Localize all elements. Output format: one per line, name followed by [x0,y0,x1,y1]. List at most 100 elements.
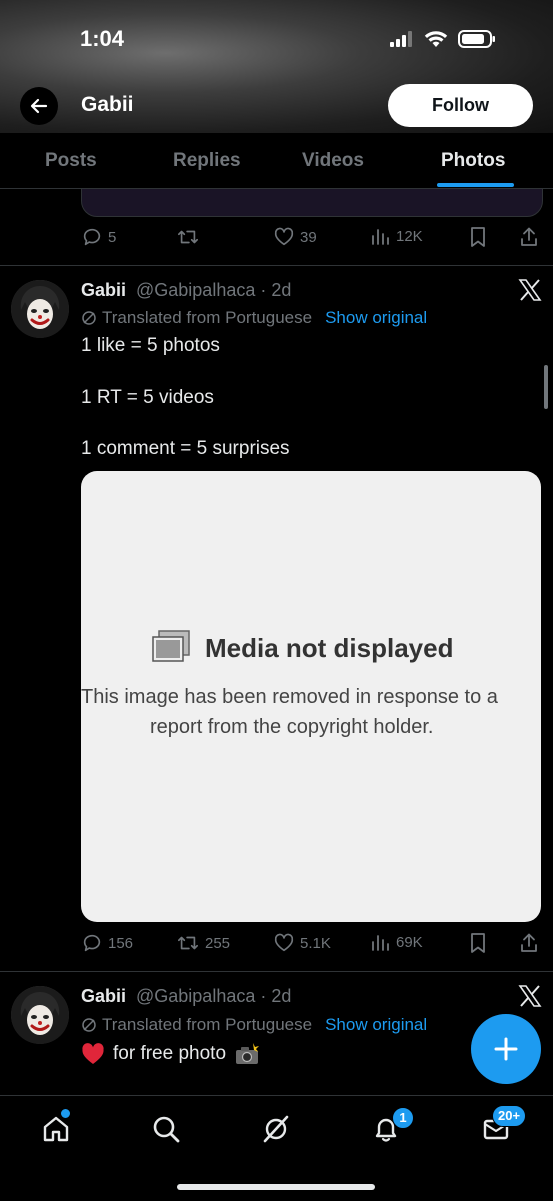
separator-dot: · [255,986,272,1006]
translate-icon [82,311,96,325]
clown-avatar-image [11,280,69,338]
signal-icon [390,31,412,47]
share-button[interactable] [519,226,539,248]
views-button[interactable]: 12K [371,226,423,246]
scrollbar[interactable] [544,365,548,409]
camera-flash-emoji-icon [236,1043,260,1064]
tab-photos[interactable]: Photos [441,150,505,172]
compose-button[interactable] [471,1014,541,1084]
post-divider [0,971,553,972]
nav-home[interactable] [38,1108,74,1147]
reply-count: 5 [108,228,117,246]
reply-icon [83,934,101,952]
nav-grok[interactable] [258,1111,294,1147]
translation-note: Translated from Portuguese Show original [81,308,427,328]
share-icon [521,933,537,952]
x-logo-icon [518,985,542,1007]
nav-messages[interactable]: 20+ [478,1105,527,1147]
reply-count: 156 [108,934,134,952]
views-icon [372,229,389,245]
media-removed-message: report from the copyright holder. [150,716,434,738]
handle-text: @Gabipalhaca [136,986,256,1006]
show-original-link[interactable]: Show original [325,308,427,328]
share-button[interactable] [519,932,539,954]
view-count: 12K [396,227,423,245]
follow-button[interactable]: Follow [388,84,533,127]
red-heart-emoji-icon [82,1043,104,1064]
image-placeholder-icon [152,630,190,662]
home-indicator [177,1184,375,1190]
nav-notifications[interactable]: 1 [368,1107,414,1147]
reply-icon [83,228,101,246]
like-button[interactable]: 5.1K [273,932,331,954]
like-count: 39 [300,228,317,246]
post-author-handle[interactable]: @Gabipalhaca · 2d [136,280,291,301]
handle-text: @Gabipalhaca [136,280,256,300]
views-button[interactable]: 69K [371,932,423,952]
arrow-left-icon [30,98,48,114]
show-original-link[interactable]: Show original [325,1015,427,1035]
post-text-line: 1 comment = 5 surprises [81,438,290,459]
repost-icon [178,230,198,244]
post-text-line: 1 RT = 5 videos [81,387,214,408]
grok-icon [263,1115,289,1143]
media-not-displayed-card[interactable]: Media not displayed This image has been … [81,471,541,922]
heart-icon [274,933,294,952]
x-logo-icon [518,279,542,301]
translation-note: Translated from Portuguese Show original [81,1015,427,1035]
repost-button[interactable]: 255 [176,932,230,954]
post-divider [0,265,553,266]
post-author-handle[interactable]: @Gabipalhaca · 2d [136,986,291,1007]
nav-search[interactable] [148,1111,184,1147]
reply-button[interactable]: 156 [81,932,133,954]
wifi-icon [424,31,448,47]
bookmark-icon [471,227,485,247]
profile-name: Gabii [81,93,134,116]
like-button[interactable]: 39 [273,226,317,248]
media-removed-message: This image has been removed in response … [81,686,498,708]
repost-icon [178,936,198,950]
avatar[interactable] [11,986,69,1044]
profile-header: 1:04 Gabii Follow [0,0,553,133]
post-author-name[interactable]: Gabii [81,280,126,301]
post-actions: 156 255 5.1K 69K [81,932,541,956]
active-tab-indicator [437,183,514,187]
tab-videos[interactable]: Videos [302,150,364,172]
translated-label: Translated from Portuguese [102,308,313,327]
post-text-line: 1 like = 5 photos [81,335,220,356]
heart-icon [274,227,294,246]
tab-posts[interactable]: Posts [45,150,97,172]
bookmark-button[interactable] [468,932,488,954]
status-icons [390,28,496,50]
bookmark-button[interactable] [468,226,488,248]
repost-button[interactable] [176,226,200,248]
notifications-badge: 1 [392,1107,414,1129]
avatar[interactable] [11,280,69,338]
like-count: 5.1K [300,934,331,952]
views-icon [372,935,389,951]
status-time: 1:04 [80,26,125,51]
translate-icon [82,1018,96,1032]
share-icon [521,227,537,246]
tab-replies[interactable]: Replies [173,150,241,172]
post-author-name[interactable]: Gabii [81,986,126,1007]
separator-dot: · [255,280,272,300]
media-removed-title: Media not displayed [205,633,454,663]
search-icon [153,1116,180,1143]
reply-button[interactable]: 5 [81,226,116,248]
post-age: 2d [271,280,292,300]
messages-badge: 20+ [492,1105,527,1127]
clown-avatar-image [11,986,69,1044]
repost-count: 255 [205,934,231,952]
view-count: 69K [396,933,423,951]
translated-label: Translated from Portuguese [102,1015,313,1034]
post-text-body: for free photo [113,1043,227,1064]
back-button[interactable] [20,87,58,125]
battery-icon [458,30,495,48]
post-text: for free photo [81,1042,260,1066]
post-age: 2d [271,986,292,1006]
home-unread-dot [60,1108,71,1119]
plus-icon [494,1037,518,1061]
bookmark-icon [471,933,485,953]
profile-tabs: Posts Replies Videos Photos [0,133,553,189]
